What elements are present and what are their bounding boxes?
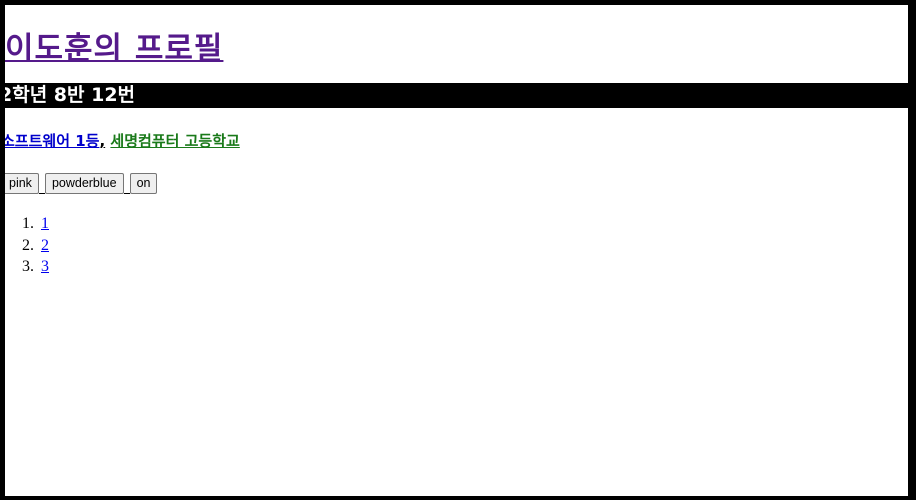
award-line: 소프트웨어 1등, 세명컴퓨터 고등학교 bbox=[5, 130, 240, 151]
class-info-text: 2학년 8반 12번 bbox=[5, 84, 136, 106]
class-info-bar: 2학년 8반 12번 bbox=[5, 83, 908, 108]
list-link-1[interactable]: 1 bbox=[41, 215, 49, 232]
pink-button[interactable]: pink bbox=[5, 173, 39, 194]
title-link[interactable]: 이도훈의 프로필 bbox=[5, 31, 223, 67]
list-link-3[interactable]: 3 bbox=[41, 258, 49, 275]
list-marker: 1. bbox=[22, 215, 34, 232]
award-link[interactable]: 소프트웨어 1등 bbox=[5, 132, 99, 150]
list-item: 2. 2 bbox=[22, 235, 49, 257]
on-button[interactable]: on bbox=[129, 173, 158, 194]
list-item: 3. 3 bbox=[22, 256, 49, 278]
powderblue-button[interactable]: powderblue bbox=[44, 173, 124, 194]
list-marker: 3. bbox=[22, 258, 34, 275]
list-item: 1. 1 bbox=[22, 213, 49, 235]
award-separator: , bbox=[99, 132, 106, 150]
list-link-2[interactable]: 2 bbox=[41, 237, 49, 254]
school-link[interactable]: 세명컴퓨터 고등학교 bbox=[110, 132, 239, 150]
page-title: 이도훈의 프로필 bbox=[5, 23, 223, 68]
button-gap-underline bbox=[123, 183, 130, 194]
theme-button-row: pink powderblue on bbox=[5, 173, 158, 194]
numbered-link-list: 1. 1 2. 2 3. 3 bbox=[5, 213, 49, 278]
list-marker: 2. bbox=[22, 236, 34, 254]
page-frame: 이도훈의 프로필 2학년 8반 12번 소프트웨어 1등, 세명컴퓨터 고등학교… bbox=[0, 0, 916, 500]
